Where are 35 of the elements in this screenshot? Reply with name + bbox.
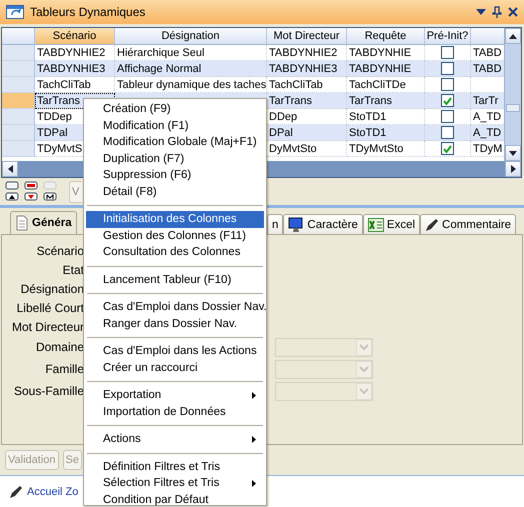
table-cell: TachCliTab [267,77,347,93]
field-label: Mot Directeur [10,320,84,334]
field-label: Désignation [20,282,84,296]
table-cell: TABDYNHIE [347,45,425,61]
field-label: Domaine [34,340,84,354]
table-cell: TDyM [471,141,506,157]
table-cell: TABDYNHIE [347,61,425,77]
table-cell: TarTrans [347,93,425,109]
table-cell: A_TD [471,125,506,141]
table-cell: Hiérarchique Seul [115,45,267,61]
table-cell: StoTD1 [347,125,425,141]
table-cell: DyMvtSto [267,141,347,157]
window-title: Tableurs Dynamiques [30,5,146,19]
table-cell: TachCliTDe [347,77,425,93]
table-cell: Affichage Normal [115,61,267,77]
table-cell: DDep [267,109,347,125]
table-cell: TABD [471,61,506,77]
table-cell: TABDYNHIE3 [267,61,347,77]
table-cell: TarTr [471,93,506,109]
table-cell: A_TD [471,109,506,125]
table-cell: TABDYNHIE2 [267,45,347,61]
table-cell: Tableur dynamique des taches [115,77,267,93]
table-cell: TABDYNHIE3 [35,61,115,77]
table-cell: TABD [471,45,506,61]
field-label: Libellé Court [16,300,84,314]
table-cell: StoTD1 [347,109,425,125]
table-cell: DPal [267,125,347,141]
field-label: Etat [62,262,84,276]
table-cell: TABDYNHIE2 [35,45,115,61]
field-label: Sous-Famille [12,384,84,398]
table-cell: TachCliTab [35,77,115,93]
field-label: Scénario [36,244,84,258]
table-cell: TDyMvtSto [347,141,425,157]
field-label: Famille [44,362,84,376]
table-cell: TarTrans [267,93,347,109]
